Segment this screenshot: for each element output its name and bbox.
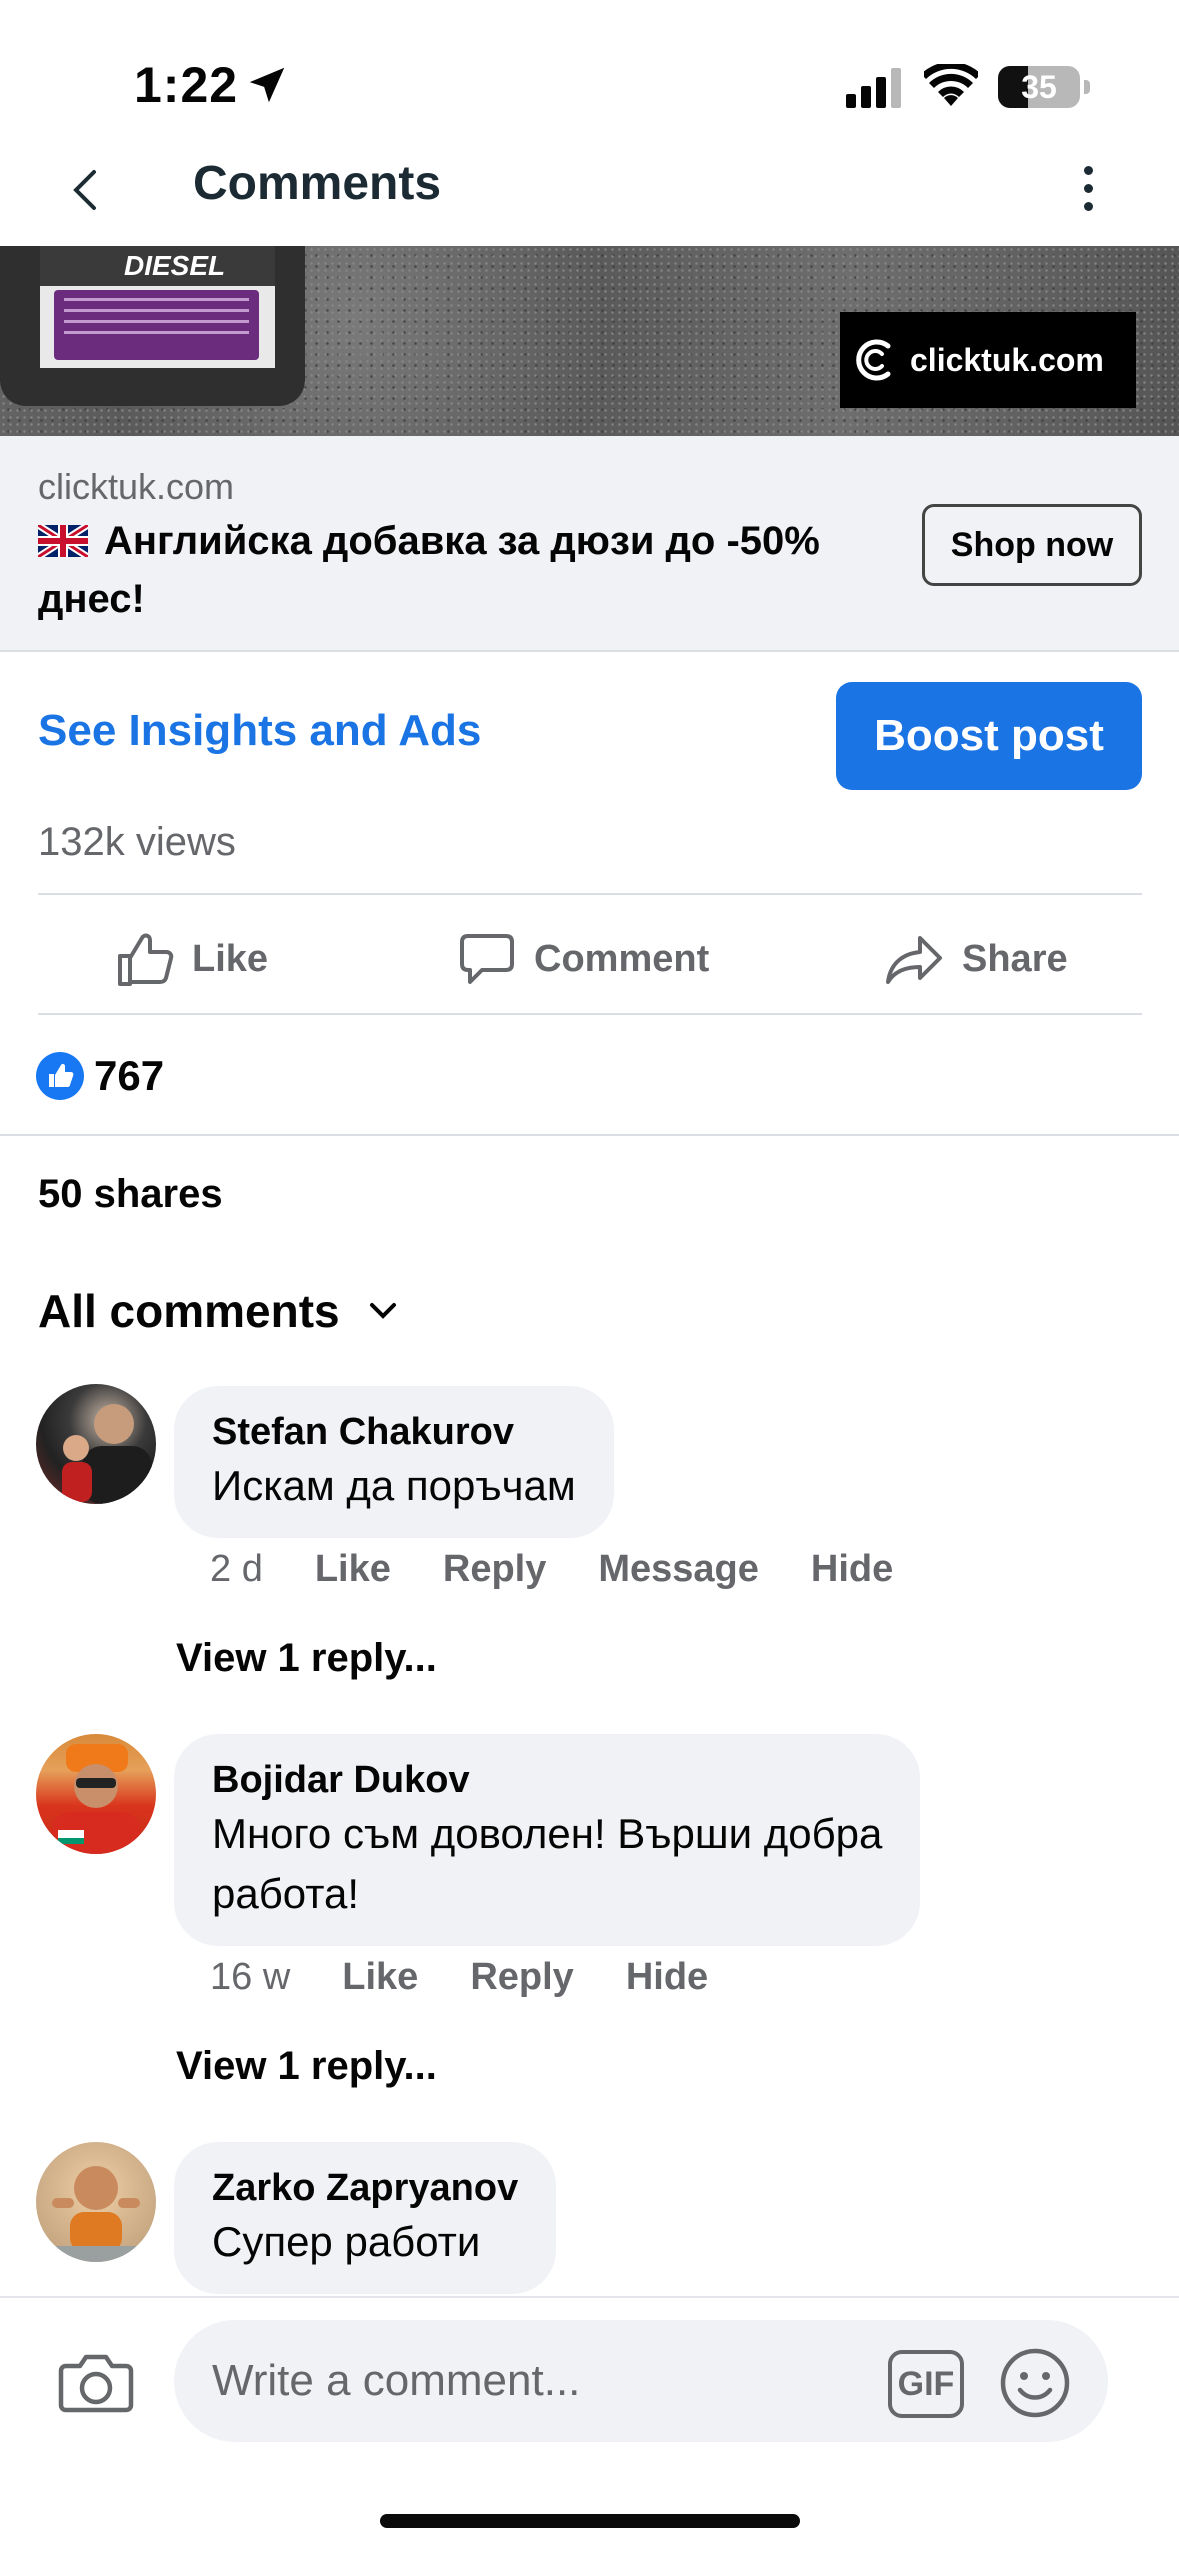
comment-hide-button[interactable]: Hide [811,1548,893,1591]
comment-author[interactable]: Bojidar Dukov [212,1756,882,1804]
divider [0,1134,1179,1136]
comment-time: 2 d [210,1548,263,1590]
comments-filter-dropdown[interactable]: All comments [38,1284,398,1338]
comments-filter-label: All comments [38,1285,340,1337]
battery-level: 35 [1021,69,1057,105]
shop-now-button[interactable]: Shop now [922,504,1142,586]
comment-bubble[interactable]: Stefan Chakurov Искам да поръчам [174,1386,614,1538]
battery-indicator: 35 [998,66,1090,108]
comment-hide-button[interactable]: Hide [626,1956,708,1999]
avatar[interactable] [36,1734,156,1854]
wifi-icon [924,64,978,106]
cellular-signal-icon [846,68,901,108]
status-time: 1:22 [134,57,239,113]
comment-input[interactable] [174,2320,1108,2442]
location-arrow-icon [249,67,285,103]
divider [38,893,1142,895]
page-title: Comments [193,157,442,210]
share-button[interactable]: Share [884,918,1068,1000]
comment-like-button[interactable]: Like [315,1548,391,1591]
comment-author[interactable]: Stefan Chakurov [212,1408,576,1456]
share-label: Share [962,937,1068,980]
avatar-photo [52,1744,140,1854]
divider [38,1013,1142,1015]
page-header: Comments [0,150,1179,250]
camera-icon[interactable] [56,2342,136,2422]
product-label: DIESEL [124,250,226,281]
boost-post-button[interactable]: Boost post [836,682,1142,790]
comment-text: Искам да поръчам [212,1462,576,1509]
thumbs-up-icon [118,933,174,986]
comment-bubble[interactable]: Bojidar Dukov Много съм доволен! Върши д… [174,1734,921,1946]
clicktuk-logo-icon [856,339,891,381]
like-button[interactable]: Like [114,918,268,1000]
comment-like-button[interactable]: Like [342,1956,418,1999]
more-options-button[interactable] [1068,158,1108,218]
comment-text-line: Много съм доволен! Върши добра [212,1810,883,1857]
comment-reply-button[interactable]: Reply [470,1956,573,1999]
comment-composer: GIF [0,2296,1179,2456]
avatar[interactable] [36,1384,156,1504]
ad-headline-text: Английска добавка за дюзи до -50% днес! [38,519,820,621]
ad-headline: Английска добавка за дюзи до -50% днес! [38,512,868,628]
chevron-left-icon [73,170,96,210]
brand-badge-text: clicktuk.com [910,341,1104,378]
ad-domain: clicktuk.com [38,466,235,507]
comment-label: Comment [534,937,710,980]
ad-image[interactable]: DIESEL clicktuk.com [0,246,1179,436]
emoji-icon[interactable] [998,2346,1072,2420]
status-bar: 1:22 35 [0,0,1179,150]
comment-bubble[interactable]: Zarko Zapryanov Супер работи [174,2142,557,2294]
ad-link-bar[interactable]: clicktuk.com Английска добавка за дюзи д… [0,436,1179,652]
comment-actions: 2 d Like Reply Message Hide [210,1548,893,1591]
share-count[interactable]: 50 shares [38,1172,223,1217]
reaction-count: 767 [94,1052,165,1099]
comment-message-button[interactable]: Message [598,1548,759,1591]
uk-flag-icon [38,525,88,557]
comment-text: Супер работи [212,2218,481,2265]
avatar-photo [62,1404,152,1504]
like-label: Like [192,937,269,980]
product-image: DIESEL [0,246,305,406]
avatar[interactable] [36,2142,156,2262]
back-button[interactable] [60,160,110,220]
comment-author[interactable]: Zarko Zapryanov [212,2164,518,2212]
view-replies-link[interactable]: View 1 reply... [176,1636,437,1681]
speech-bubble-icon [460,934,514,984]
comment-button[interactable]: Comment [456,918,709,1000]
more-dots-icon [1083,165,1093,175]
comment-text-line: работа! [212,1870,359,1917]
view-replies-link[interactable]: View 1 reply... [176,2044,437,2089]
view-count: 132k views [38,820,236,864]
chevron-down-icon [369,1303,396,1319]
avatar-photo [36,2166,156,2262]
brand-badge: clicktuk.com [840,312,1136,408]
share-arrow-icon [886,936,942,984]
comment-actions: 16 w Like Reply Hide [210,1956,708,1999]
comment-time: 16 w [210,1956,291,1998]
comment-reply-button[interactable]: Reply [443,1548,546,1591]
like-reaction-icon [36,1052,84,1100]
reactions-summary[interactable]: 767 [36,1048,164,1104]
see-insights-link[interactable]: See Insights and Ads [38,706,481,756]
home-indicator[interactable] [380,2514,800,2528]
gif-button[interactable]: GIF [888,2350,964,2418]
